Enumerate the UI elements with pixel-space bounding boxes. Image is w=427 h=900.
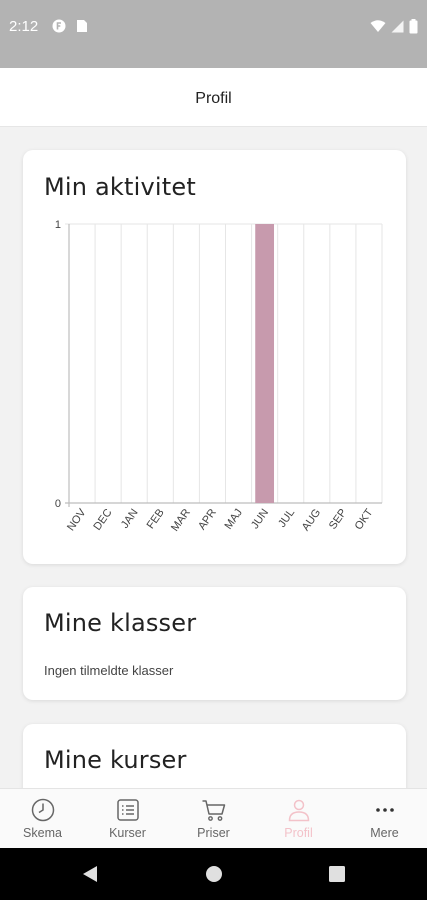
- status-time: 2:12: [9, 18, 39, 35]
- chart-x-tick-label: DEC: [91, 507, 114, 533]
- sim-card-icon: [77, 20, 87, 32]
- clock-icon: [31, 798, 55, 822]
- wifi-icon: [370, 20, 386, 32]
- profile-content[interactable]: Min aktivitet 1 0 NOV DEC JAN FEB MAR APR MAJ JUN…: [0, 127, 427, 788]
- chart-x-tick-label: SEP: [327, 507, 349, 532]
- chart-x-tick-label: JAN: [119, 507, 141, 531]
- courses-card: Mine kurser: [23, 724, 406, 788]
- chart-x-tick-label: MAR: [169, 507, 193, 534]
- chart-x-tick-label: NOV: [65, 506, 89, 533]
- nav-item-kurser[interactable]: Kurser: [85, 789, 170, 849]
- nav-item-skema[interactable]: Skema: [0, 789, 85, 849]
- chart-x-tick-label: JUL: [276, 507, 297, 530]
- chart-x-tick-label: OKT: [353, 507, 376, 533]
- list-icon: [117, 799, 139, 821]
- app-header: Profil: [0, 68, 427, 127]
- classes-card-title: Mine klasser: [44, 609, 197, 637]
- chart-x-tick-label: FEB: [145, 507, 167, 531]
- recents-icon[interactable]: [329, 866, 345, 882]
- activity-chart: 1 0 NOV DEC JAN FEB MAR APR MAJ JUN JUL AUG SEP OKT: [55, 219, 383, 534]
- bottom-nav: Skema Kurser Priser Profil Mere: [0, 788, 427, 848]
- nav-label: Priser: [197, 826, 230, 840]
- nav-item-profil[interactable]: Profil: [256, 789, 341, 849]
- back-icon[interactable]: [82, 865, 98, 883]
- signal-icon: [391, 20, 404, 33]
- nav-item-mere[interactable]: Mere: [342, 789, 427, 849]
- nav-label: Profil: [284, 826, 313, 840]
- chart-bar: [255, 224, 275, 503]
- chart-y-tick-label: 1: [55, 219, 61, 231]
- battery-icon: [409, 19, 418, 34]
- cart-icon: [202, 800, 226, 821]
- notification-f-icon: [52, 19, 66, 33]
- courses-card-title: Mine kurser: [44, 746, 187, 774]
- classes-card: Mine klasser Ingen tilmeldte klasser: [23, 587, 406, 700]
- chart-x-tick-label: JUN: [249, 507, 271, 531]
- more-dots-icon: [376, 808, 394, 812]
- chart-x-tick-label: APR: [196, 507, 219, 532]
- person-icon: [288, 799, 310, 822]
- activity-card: Min aktivitet 1 0 NOV DEC JAN FEB MAR APR MAJ JUN…: [23, 150, 406, 564]
- page-title: Profil: [195, 90, 232, 107]
- system-nav-bar: [0, 848, 427, 900]
- chart-y-tick-label: 0: [55, 498, 61, 510]
- status-bar: 2:12: [0, 0, 427, 68]
- nav-label: Kurser: [109, 826, 146, 840]
- chart-x-tick-label: MAJ: [223, 507, 245, 532]
- nav-label: Skema: [23, 826, 62, 840]
- classes-empty-text: Ingen tilmeldte klasser: [44, 663, 174, 678]
- nav-item-priser[interactable]: Priser: [171, 789, 256, 849]
- chart-x-tick-label: AUG: [300, 507, 324, 533]
- home-icon[interactable]: [205, 865, 223, 883]
- nav-label: Mere: [370, 826, 399, 840]
